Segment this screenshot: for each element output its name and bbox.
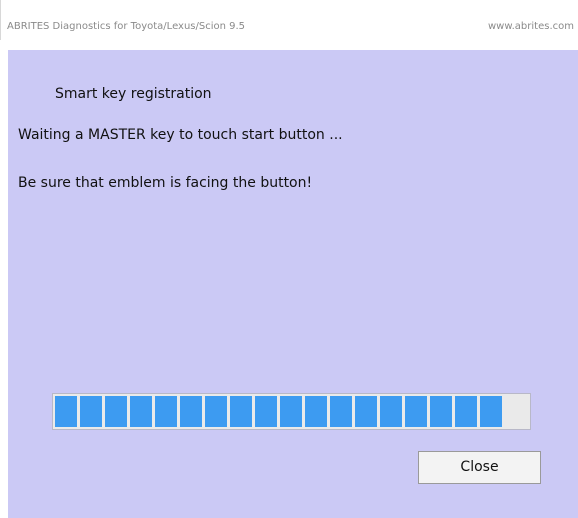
close-button[interactable]: Close: [418, 451, 541, 484]
progress-bar: [52, 393, 531, 430]
app-window: ABRITES Diagnostics for Toyota/Lexus/Sci…: [0, 0, 578, 518]
window-title: ABRITES Diagnostics for Toyota/Lexus/Sci…: [7, 21, 246, 32]
title-bar[interactable]: ABRITES Diagnostics for Toyota/Lexus/Sci…: [0, 0, 578, 40]
window-url: www.abrites.com: [488, 21, 574, 32]
progress-bar-fill: [55, 396, 502, 427]
section-title: Smart key registration: [55, 86, 212, 102]
instruction-message: Be sure that emblem is facing the button…: [18, 175, 313, 191]
status-message: Waiting a MASTER key to touch start butt…: [18, 127, 343, 143]
dialog-client-area: [8, 50, 578, 518]
